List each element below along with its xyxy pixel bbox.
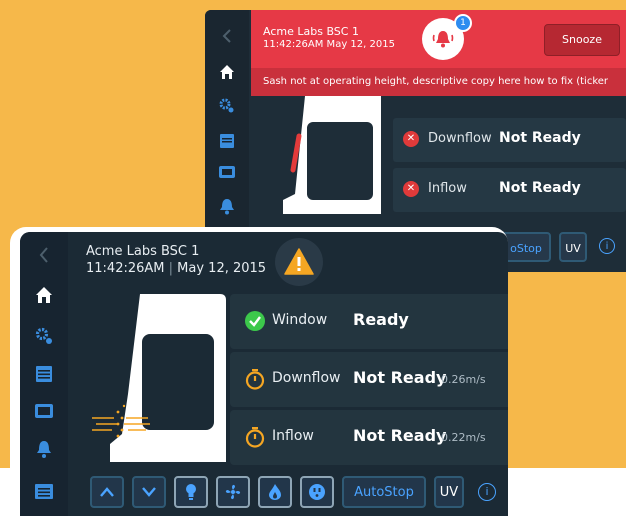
status-name: Downflow — [428, 131, 492, 146]
warning-button[interactable] — [275, 238, 323, 286]
status-value: Ready — [353, 310, 409, 329]
log-icon[interactable] — [33, 480, 55, 502]
uv-button[interactable]: UV — [434, 476, 464, 508]
outlet-icon — [309, 484, 325, 500]
front-sidebar — [20, 232, 68, 516]
status-name: Window — [272, 312, 328, 328]
status-row-window: Window Ready — [230, 294, 508, 349]
snooze-button[interactable]: Snooze — [544, 24, 620, 56]
info-icon[interactable]: i — [478, 483, 496, 501]
back-device-name: Acme Labs BSC 1 — [263, 25, 359, 38]
front-device-frame: Acme Labs BSC 1 11:42:26AM | May 12, 201… — [10, 227, 508, 516]
status-value: Not Ready — [499, 130, 581, 146]
back-cabinet-illustration — [283, 96, 381, 214]
light-button[interactable] — [174, 476, 208, 508]
lightbulb-icon — [186, 484, 196, 500]
back-chevron-left-icon[interactable] — [217, 26, 237, 46]
timer-icon — [245, 427, 265, 448]
time-text: 11:42:26AM — [86, 261, 165, 276]
back-autostop-button[interactable]: oStop — [501, 232, 551, 262]
status-name: Downflow — [272, 370, 341, 386]
status-reading: 0.26m/s — [441, 373, 486, 386]
warning-icon — [284, 248, 314, 275]
sash-down-button[interactable] — [132, 476, 166, 508]
status-value: Not Ready — [353, 426, 447, 445]
status-reading: 0.22m/s — [441, 431, 486, 444]
status-row-downflow: Downflow Not Ready 0.26m/s — [230, 352, 508, 407]
back-status-inflow: ✕ Inflow Not Ready — [393, 168, 626, 212]
alert-ticker: Sash not at operating height, descriptiv… — [251, 68, 626, 96]
device-name: Acme Labs BSC 1 — [86, 244, 200, 259]
chevron-left-icon[interactable] — [33, 244, 55, 266]
sash-up-button[interactable] — [90, 476, 124, 508]
datetime-separator: | — [168, 261, 174, 276]
front-device-screen: Acme Labs BSC 1 11:42:26AM | May 12, 201… — [20, 232, 508, 516]
date-text: May 12, 2015 — [177, 261, 267, 276]
back-settings-icon[interactable] — [217, 96, 237, 116]
cabinet-illustration — [92, 294, 226, 462]
datetime: 11:42:26AM | May 12, 2015 — [86, 261, 266, 276]
bell-icon[interactable] — [33, 438, 55, 460]
flame-icon — [269, 484, 281, 500]
back-info-icon[interactable]: i — [599, 238, 615, 254]
status-value: Not Ready — [499, 180, 581, 196]
alarm-bell-icon — [432, 31, 454, 48]
autostop-button[interactable]: AutoStop — [342, 476, 426, 508]
notification-badge: 1 — [454, 14, 472, 32]
home-icon[interactable] — [33, 284, 55, 306]
back-calendar-icon[interactable] — [217, 130, 237, 150]
status-value: Not Ready — [353, 368, 447, 387]
calendar-icon[interactable] — [33, 362, 55, 384]
back-datetime: 11:42:26AM May 12, 2015 — [263, 39, 395, 50]
back-status-downflow: ✕ Downflow Not Ready — [393, 118, 626, 162]
fan-icon — [225, 484, 241, 500]
back-home-icon[interactable] — [217, 62, 237, 82]
chevron-down-icon — [142, 487, 156, 497]
display-icon[interactable] — [33, 400, 55, 422]
back-bell-icon[interactable] — [217, 196, 237, 216]
fan-button[interactable] — [216, 476, 250, 508]
status-row-inflow: Inflow Not Ready 0.22m/s — [230, 410, 508, 465]
back-uv-button[interactable]: UV — [559, 232, 587, 262]
error-icon: ✕ — [403, 131, 419, 147]
error-icon: ✕ — [403, 181, 419, 197]
gas-button[interactable] — [258, 476, 292, 508]
check-icon — [245, 311, 265, 331]
outlet-button[interactable] — [300, 476, 334, 508]
back-display-icon[interactable] — [217, 162, 237, 182]
status-name: Inflow — [428, 181, 467, 196]
settings-icon[interactable] — [33, 325, 55, 347]
status-name: Inflow — [272, 428, 314, 444]
timer-icon — [245, 369, 265, 390]
chevron-up-icon — [100, 487, 114, 497]
